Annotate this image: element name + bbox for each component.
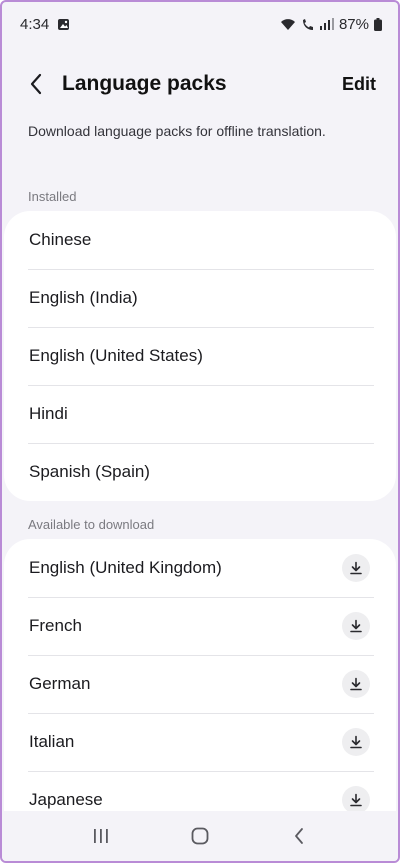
download-icon[interactable] [342, 670, 370, 698]
installed-list: Chinese English (India) English (United … [4, 211, 396, 501]
battery-text: 87% [338, 15, 369, 33]
download-icon[interactable] [342, 728, 370, 756]
status-bar: 4:34 87% [2, 2, 398, 46]
list-item-label: German [29, 674, 91, 693]
edit-button[interactable]: Edit [342, 74, 376, 95]
wifi-icon [280, 18, 296, 31]
list-item-label: English (United States) [29, 346, 203, 365]
download-icon[interactable] [342, 612, 370, 640]
back-arrow-icon[interactable] [16, 64, 56, 104]
list-item-hindi[interactable]: Hindi [4, 385, 396, 443]
list-item-english-india[interactable]: English (India) [4, 269, 396, 327]
list-item-english-uk[interactable]: English (United Kingdom) [4, 539, 396, 597]
download-icon[interactable] [342, 786, 370, 814]
phone-screen: 4:34 87% Language packs Edit Download la… [0, 0, 400, 863]
app-header: Language packs Edit [2, 60, 398, 108]
list-item-label: English (India) [29, 288, 138, 307]
status-left: 4:34 [20, 16, 70, 33]
list-item-french[interactable]: French [4, 597, 396, 655]
wifi-call-icon [301, 18, 315, 31]
page-title: Language packs [62, 72, 227, 95]
list-item-spanish-spain[interactable]: Spanish (Spain) [4, 443, 396, 501]
status-time: 4:34 [20, 15, 50, 33]
list-item-german[interactable]: German [4, 655, 396, 713]
list-item-label: Chinese [29, 230, 92, 249]
system-nav-bar [2, 811, 398, 861]
list-item-english-us[interactable]: English (United States) [4, 327, 396, 385]
home-icon[interactable] [170, 816, 230, 856]
list-item-label: English (United Kingdom) [29, 558, 222, 577]
available-list: English (United Kingdom) French German I… [4, 539, 396, 815]
status-right: 87% [280, 16, 382, 33]
list-item-label: Japanese [29, 790, 103, 809]
list-item-label: Spanish (Spain) [29, 462, 150, 481]
page-description: Download language packs for offline tran… [28, 123, 326, 139]
list-item-label: Italian [29, 732, 75, 751]
back-icon[interactable] [269, 816, 329, 856]
list-item-label: French [29, 616, 82, 635]
list-item-italian[interactable]: Italian [4, 713, 396, 771]
list-item-chinese[interactable]: Chinese [4, 211, 396, 269]
signal-icon [319, 18, 334, 30]
recent-apps-icon[interactable] [71, 816, 131, 856]
available-section-label: Available to download [28, 517, 155, 532]
list-item-japanese[interactable]: Japanese [4, 771, 396, 815]
download-icon[interactable] [342, 554, 370, 582]
gallery-icon [57, 18, 70, 31]
list-item-label: Hindi [29, 404, 68, 423]
installed-section-label: Installed [28, 189, 77, 204]
battery-icon [374, 17, 382, 31]
